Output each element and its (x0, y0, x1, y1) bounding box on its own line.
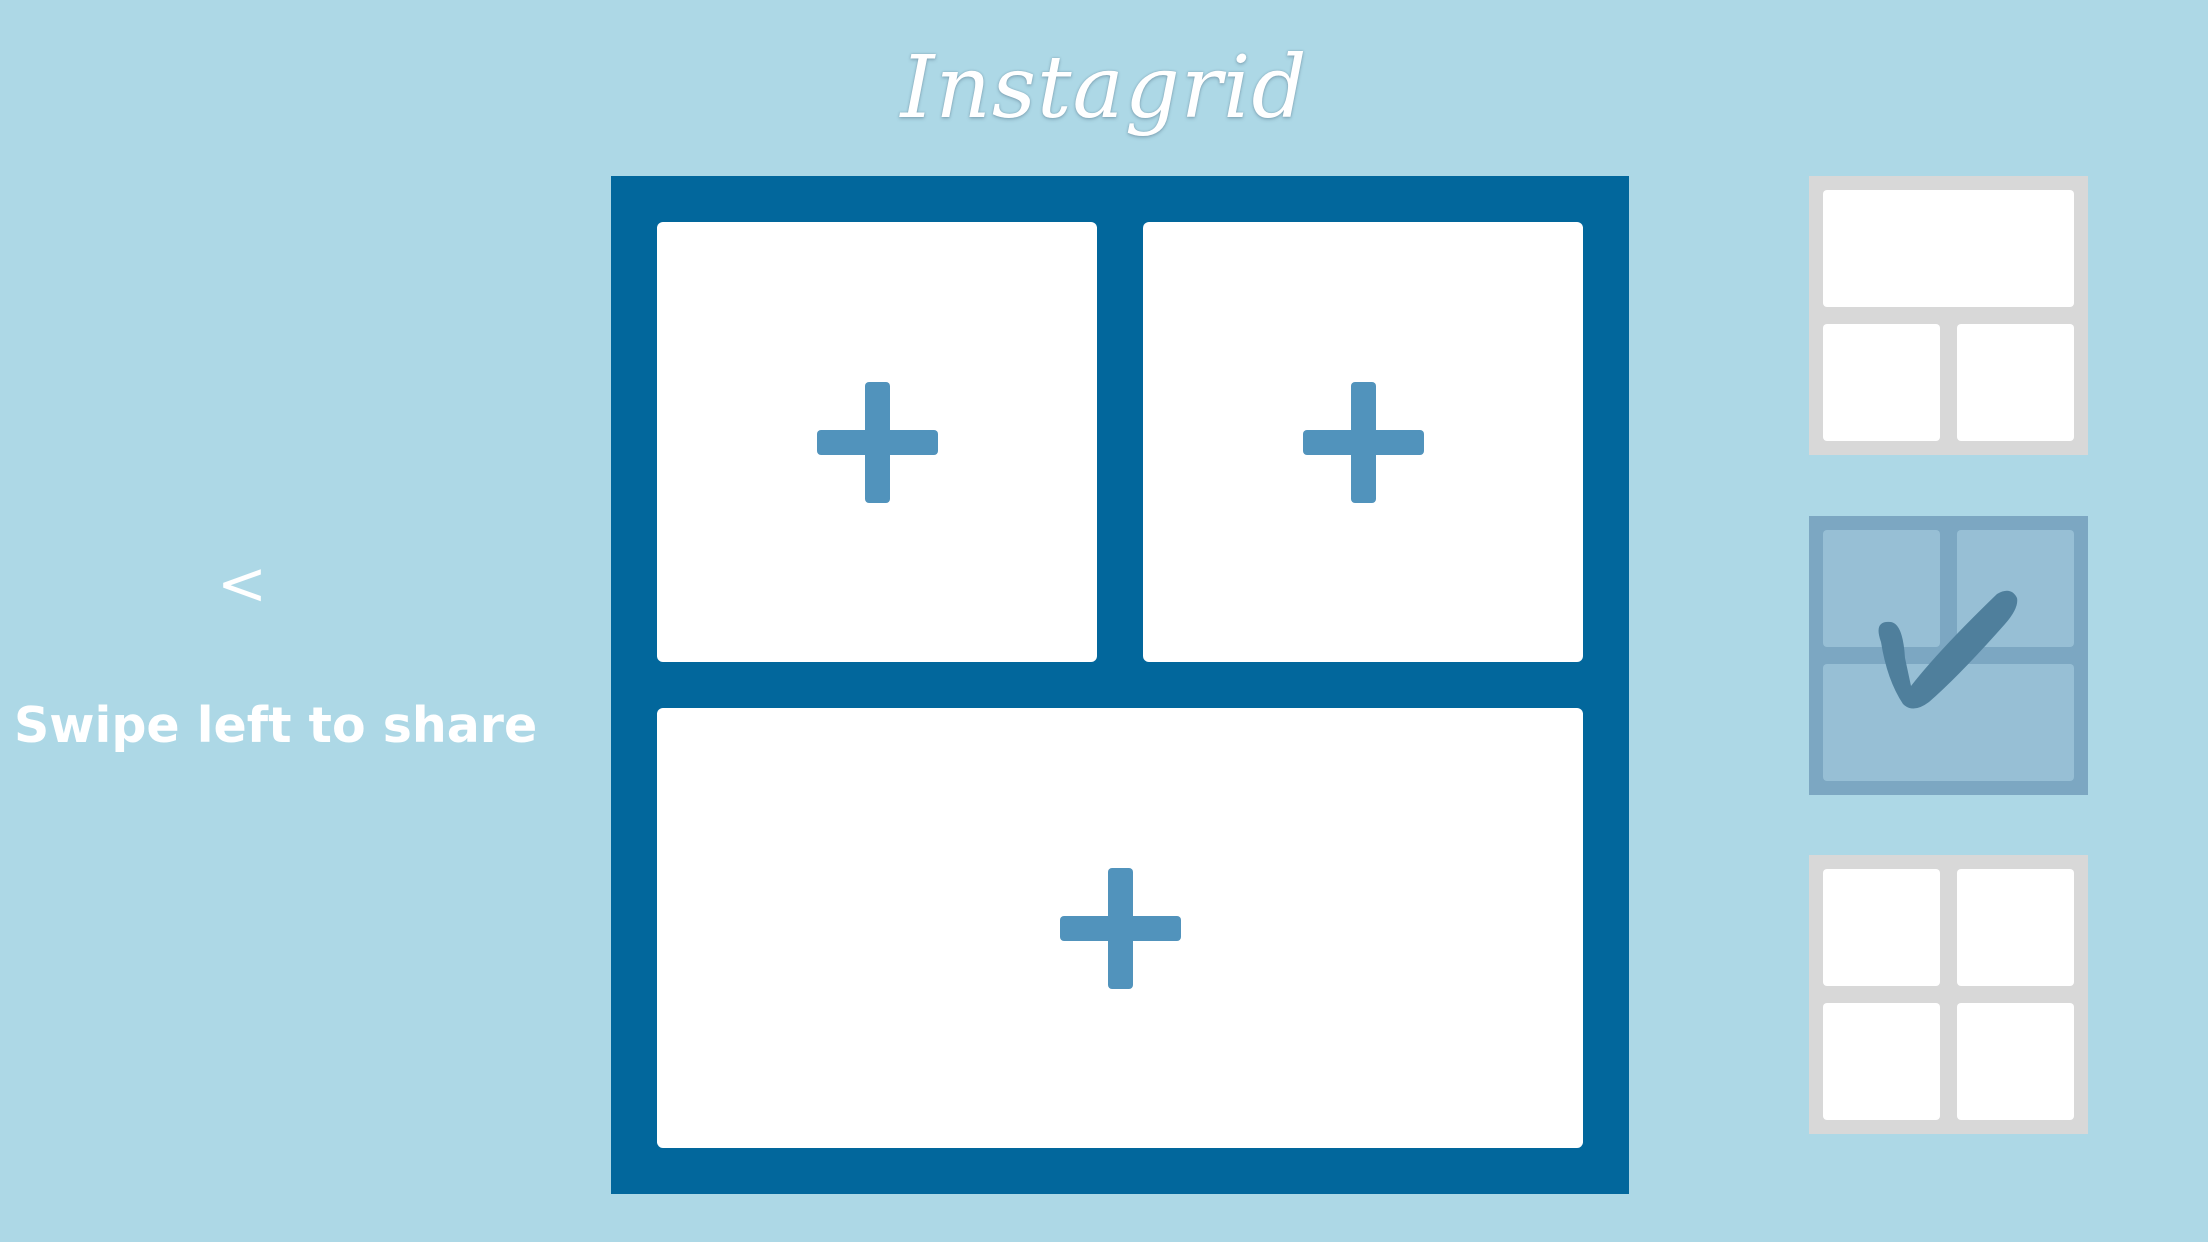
photo-slot-top-left[interactable] (657, 222, 1097, 662)
layout-cell (1957, 324, 2074, 441)
photo-slot-bottom[interactable] (657, 708, 1583, 1148)
app-title: Instagrid (900, 38, 1308, 138)
plus-icon (816, 381, 938, 503)
photo-slot-top-right[interactable] (1143, 222, 1583, 662)
layout-button-2[interactable] (1809, 516, 2088, 795)
layout-cell (1957, 869, 2074, 986)
swipe-instruction-label: Swipe left to share (14, 697, 538, 754)
layout-cell (1823, 190, 2074, 307)
layout-cell (1823, 869, 1940, 986)
photo-grid-frame (611, 176, 1629, 1194)
layout-button-3[interactable] (1809, 855, 2088, 1134)
checkmark-icon (1878, 590, 2018, 709)
layout-button-1[interactable] (1809, 176, 2088, 455)
plus-icon (1059, 867, 1181, 989)
layout-cell (1957, 1003, 2074, 1120)
layout-cell (1823, 1003, 1940, 1120)
plus-icon (1302, 381, 1424, 503)
swipe-arrow-icon[interactable]: < (212, 548, 272, 620)
layout-cell (1823, 324, 1940, 441)
